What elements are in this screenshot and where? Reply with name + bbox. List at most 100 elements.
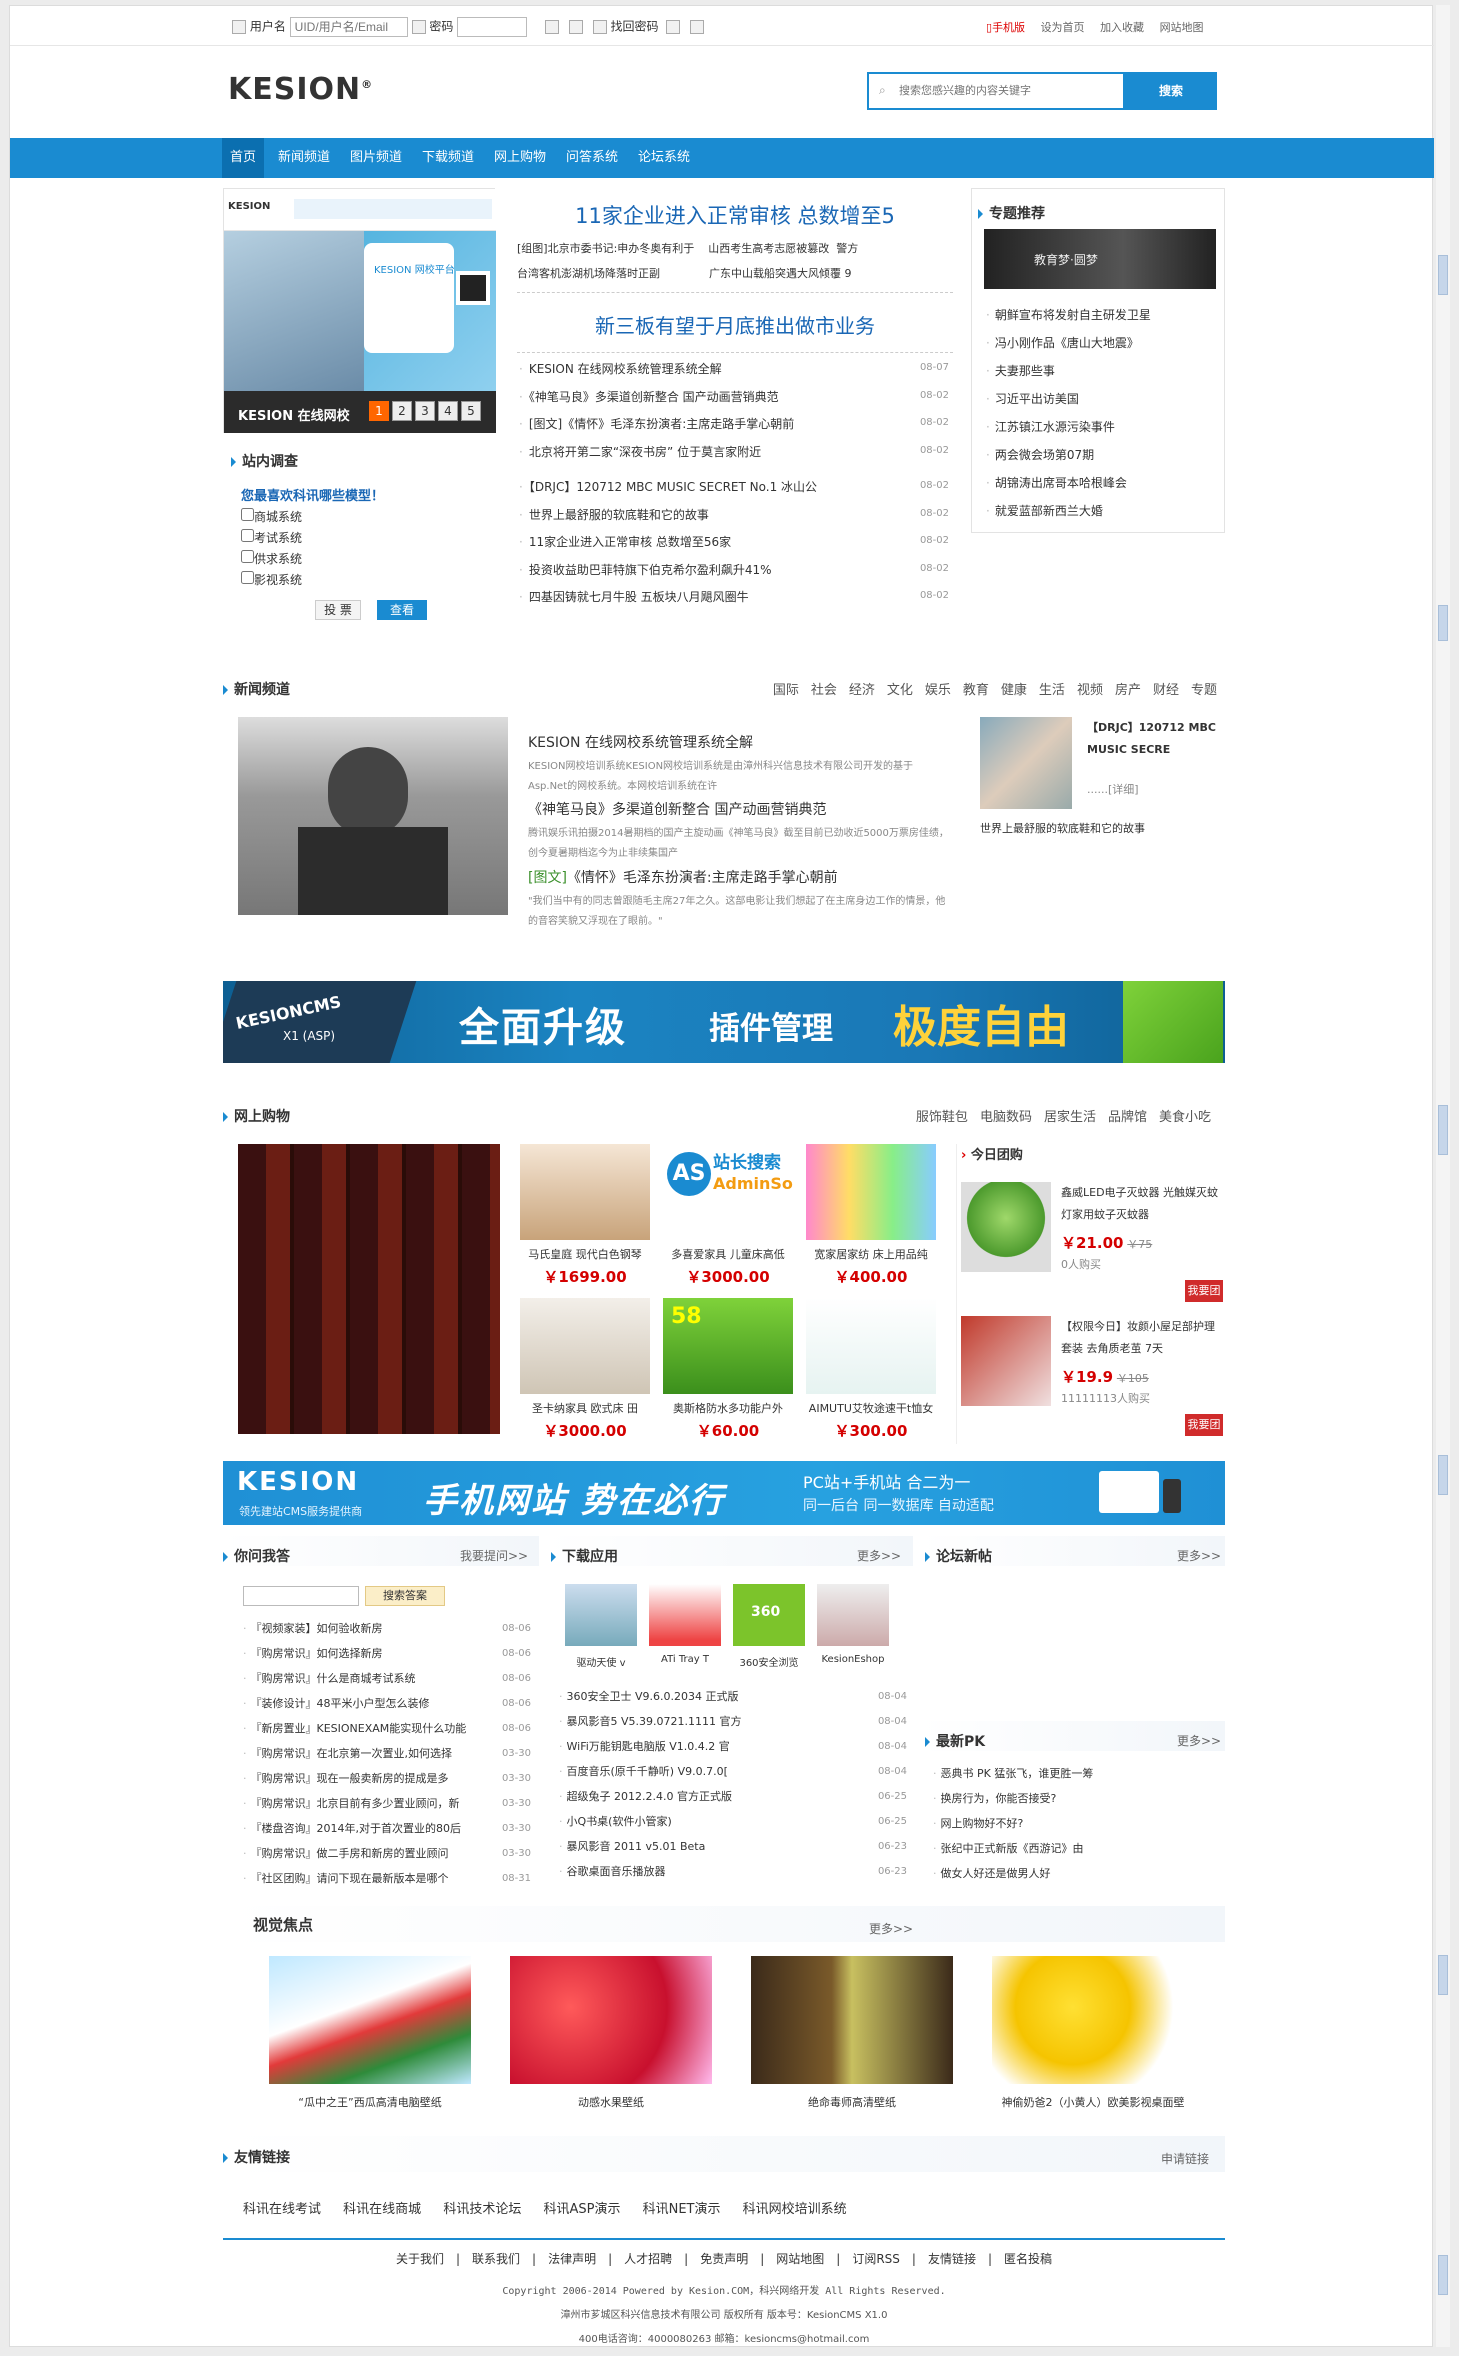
news-list-item[interactable]: · 11家企业进入正常审核 总数增至56家 08-02 [519, 533, 955, 557]
nav-ask[interactable]: 问答系统 [558, 138, 626, 178]
group-product-title[interactable]: 鑫威LED电子灭蚊器 光触媒灭蚊灯家用蚊子灭蚊器 [1061, 1182, 1223, 1226]
news-cat[interactable]: 视频 [1077, 683, 1103, 698]
product-image[interactable] [806, 1298, 936, 1394]
news-cat[interactable]: 房产 [1115, 683, 1141, 698]
favorite-link[interactable]: 加入收藏 [1100, 21, 1144, 34]
footer-link[interactable]: 联系我们 [472, 2252, 520, 2266]
app-icon[interactable] [565, 1584, 637, 1646]
news-cat[interactable]: 娱乐 [925, 683, 951, 698]
product-image[interactable] [806, 1144, 936, 1240]
shop-feature-photo[interactable] [238, 1144, 500, 1434]
nav-pictures[interactable]: 图片频道 [342, 138, 410, 178]
ask-item[interactable]: · 『视频家装】如何验收新房 08-06 [243, 1616, 531, 1641]
friend-link[interactable]: 科讯网校培训系统 [743, 2202, 847, 2217]
news-cat[interactable]: 社会 [811, 683, 837, 698]
download-item[interactable]: · 百度音乐(原千千静听) V9.0.7.0[08-04 [559, 1759, 907, 1784]
footer-link[interactable]: 关于我们 [396, 2252, 444, 2266]
weibo-login-icon[interactable] [690, 20, 705, 34]
slider-page-3[interactable]: 3 [415, 401, 435, 421]
mobile-link[interactable]: ▯手机版 [986, 21, 1025, 34]
news-item-title[interactable]: 世界上最舒服的软底鞋和它的故事 [529, 508, 709, 522]
visual-caption[interactable]: 神偷奶爸2（小黄人）欧美影视桌面壁 [972, 2094, 1214, 2110]
news-item-title[interactable]: 投资收益助巴菲特旗下伯克希尔盈利飙升41% [529, 563, 772, 577]
news-cat[interactable]: 教育 [963, 683, 989, 698]
username-input[interactable] [289, 17, 408, 37]
pk-item[interactable]: · 做女人好还是做男人好 [933, 1861, 1219, 1886]
group-buy-button[interactable]: 我要团 [1185, 1280, 1223, 1302]
page-scrollbar[interactable] [1436, 5, 1450, 2347]
slider-page-5[interactable]: 5 [461, 401, 481, 421]
news-article-title[interactable]: KESION 在线网校系统管理系统全解 [528, 732, 753, 752]
download-item[interactable]: · 暴风影音5 V5.39.0721.1111 官方 08-04 [559, 1709, 907, 1734]
survey-option-checkbox[interactable] [241, 508, 254, 521]
pk-more-link[interactable]: 更多>> [1177, 1732, 1221, 1749]
visual-caption[interactable]: 动感水果壁纸 [490, 2094, 732, 2110]
news-list-item[interactable]: · KESION 在线网校系统管理系统全解 08-07 [519, 360, 955, 384]
news-cat[interactable]: 专题 [1191, 683, 1217, 698]
headline-1[interactable]: 11家企业进入正常审核 总数增至5 [507, 200, 963, 230]
news-list-item[interactable]: · 《神笔马良》多渠道创新整合 国产动画营销典范 08-02 [519, 388, 955, 412]
footer-link[interactable]: 免责声明 [700, 2252, 748, 2266]
topic-item[interactable]: · 冯小刚作品《唐山大地震》 [986, 329, 1151, 357]
footer-link[interactable]: 法律声明 [548, 2252, 596, 2266]
search-input[interactable] [899, 80, 1119, 102]
news-item-title[interactable]: 北京将开第二家“深夜书房” 位于莫言家附近 [529, 445, 761, 459]
download-more-link[interactable]: 更多>> [857, 1547, 901, 1564]
download-item[interactable]: · 暴风影音 2011 v5.01 Beta 06-23 [559, 1834, 907, 1859]
news-side-title[interactable]: 【DRJC】120712 MBC MUSIC SECRE [1087, 717, 1225, 761]
ask-item[interactable]: · 『购房常识』在北京第一次置业,如何选择 03-30 [243, 1741, 531, 1766]
view-results-button[interactable]: 查看 [377, 600, 427, 620]
news-side-link[interactable]: 世界上最舒服的软底鞋和它的故事 [980, 820, 1145, 836]
news-item-title[interactable]: [图文]《情怀》毛泽东扮演者:主席走路手掌心朝前 [529, 417, 794, 431]
download-item[interactable]: · 超级兔子 2012.2.4.0 官方正式版 06-25 [559, 1784, 907, 1809]
topic-item[interactable]: · 胡锦涛出席哥本哈根峰会 [986, 469, 1151, 497]
ask-search-input[interactable] [243, 1586, 359, 1606]
news-list-item[interactable]: · 北京将开第二家“深夜书房” 位于莫言家附近 08-02 [519, 443, 955, 467]
vote-button[interactable]: 投 票 [315, 600, 361, 620]
password-input[interactable] [457, 17, 528, 37]
forgot-password-link[interactable]: 找回密码 [610, 20, 658, 34]
visual-more-link[interactable]: 更多>> [869, 1920, 913, 1937]
scrollbar-marker[interactable] [1438, 255, 1448, 295]
scrollbar-marker[interactable] [1438, 1955, 1448, 1995]
app-name[interactable]: ATi Tray T [649, 1654, 721, 1665]
group-product-title[interactable]: 【权限今日】妆颜小屋足部护理套装 去角质老茧 7天 [1061, 1316, 1223, 1360]
site-logo[interactable]: KESION® [228, 72, 373, 107]
news-cat[interactable]: 健康 [1001, 683, 1027, 698]
news-article-title[interactable]: 《神笔马良》多渠道创新整合 国产动画营销典范 [528, 799, 826, 819]
headline-2[interactable]: 新三板有望于月底推出做市业务 [507, 310, 963, 339]
shop-cat[interactable]: 服饰鞋包 [916, 1110, 968, 1125]
product-name[interactable]: 马氏皇庭 现代白色钢琴 [520, 1246, 650, 1262]
footer-link[interactable]: 人才招聘 [624, 2252, 672, 2266]
ask-item[interactable]: · 『装修设计』48平米小户型怎么装修 08-06 [243, 1691, 531, 1716]
download-item[interactable]: · 360安全卫士 V9.6.0.2034 正式版 08-04 [559, 1684, 907, 1709]
friend-link[interactable]: 科讯ASP演示 [543, 2202, 620, 2217]
news-list-item[interactable]: · 四基因铸就七月牛股 五板块八月飓风圈牛 08-02 [519, 588, 955, 612]
news-cat[interactable]: 经济 [849, 683, 875, 698]
set-home-link[interactable]: 设为首页 [1041, 21, 1085, 34]
friend-link[interactable]: 科讯技术论坛 [443, 2202, 521, 2217]
nav-news[interactable]: 新闻频道 [270, 138, 338, 178]
product-name[interactable]: 多喜爱家具 儿童床高低 [663, 1246, 793, 1262]
slider-page-1[interactable]: 1 [369, 401, 389, 421]
visual-caption[interactable]: “瓜中之王”西瓜高清电脑壁纸 [249, 2094, 491, 2110]
product-name[interactable]: 宽家居家纺 床上用品纯 [806, 1246, 936, 1262]
friend-link[interactable]: 科讯NET演示 [643, 2202, 721, 2217]
scrollbar-marker[interactable] [1438, 2255, 1448, 2295]
app-name[interactable]: KesionEshop [817, 1654, 889, 1665]
nav-shop[interactable]: 网上购物 [486, 138, 554, 178]
product-name[interactable]: AIMUTU艾牧途速干t恤女 [806, 1400, 936, 1416]
news-side-more[interactable]: ......[详细] [1087, 781, 1139, 797]
news-item-title[interactable]: KESION 在线网校系统管理系统全解 [529, 362, 722, 376]
product-image[interactable]: 58 [663, 1298, 793, 1394]
footer-link[interactable]: 匿名投稿 [1004, 2252, 1052, 2266]
ask-item[interactable]: · 『购房常识』做二手房和新房的置业顾问 03-30 [243, 1841, 531, 1866]
scrollbar-marker[interactable] [1438, 1105, 1448, 1155]
ask-item[interactable]: · 『购房常识』现在一般卖新房的提成是多 03-30 [243, 1766, 531, 1791]
product-image[interactable] [520, 1298, 650, 1394]
visual-image-strawberry[interactable] [510, 1956, 712, 2084]
slider-page-2[interactable]: 2 [392, 401, 412, 421]
survey-option-checkbox[interactable] [241, 550, 254, 563]
shop-cat[interactable]: 居家生活 [1044, 1110, 1096, 1125]
product-image[interactable]: AS 站长搜索 AdminSo [663, 1144, 793, 1240]
